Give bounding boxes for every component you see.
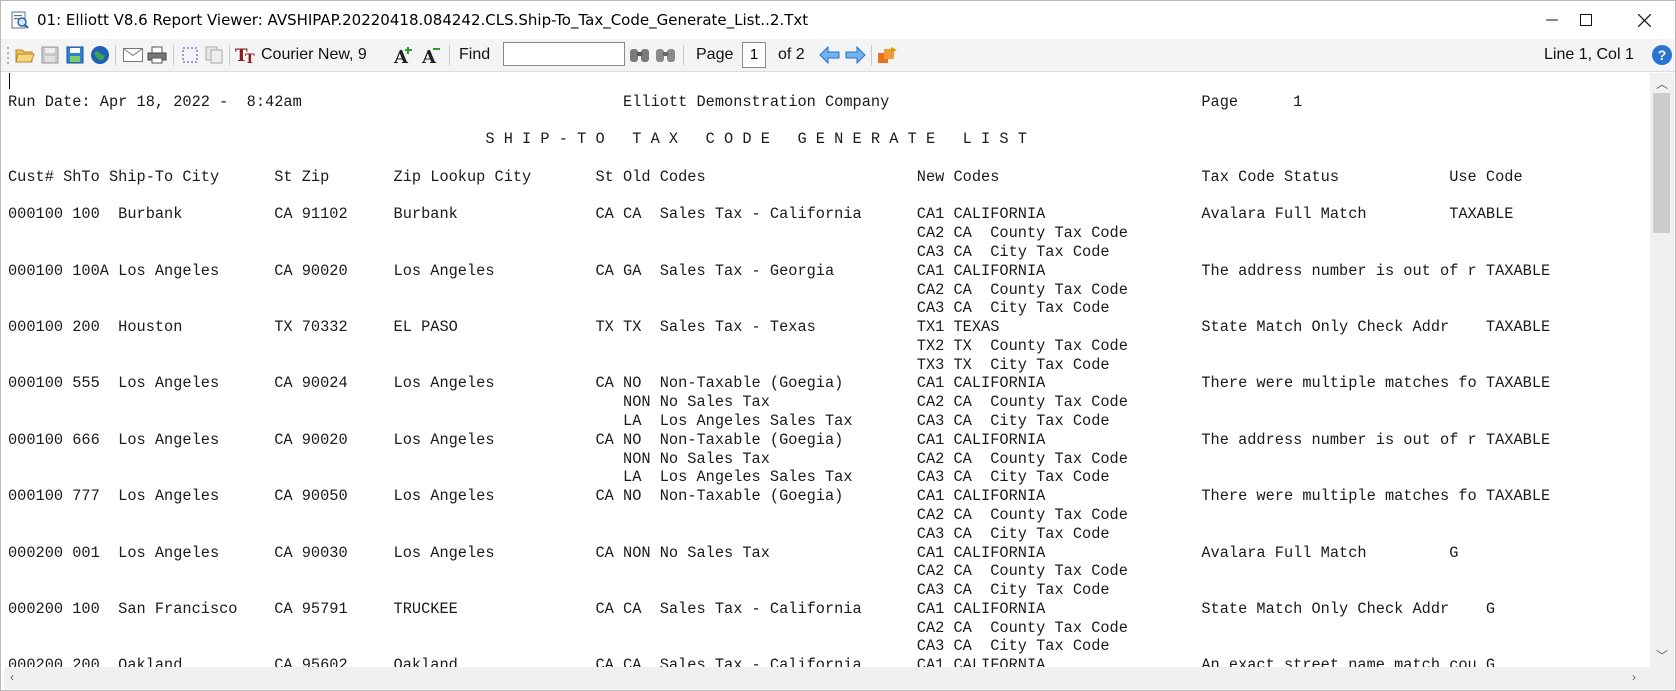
maximize-icon <box>1580 14 1592 26</box>
report-viewer-app-icon <box>11 11 29 29</box>
copy-disabled-icon[interactable] <box>204 45 224 65</box>
save-disabled-icon[interactable] <box>39 45 61 65</box>
scroll-down-icon[interactable]: ﹀ <box>1656 647 1668 664</box>
report-line: 000100 100 Burbank CA 91102 Burbank CA C… <box>8 205 1514 224</box>
close-icon <box>1637 13 1651 27</box>
report-line: 000200 001 Los Angeles CA 90030 Los Ange… <box>8 543 1459 562</box>
page-count-label: of 2 <box>778 46 805 63</box>
vertical-scrollbar[interactable]: ︿ ﹀ <box>1650 73 1674 667</box>
report-line: 000100 100A Los Angeles CA 90020 Los Ang… <box>8 261 1551 280</box>
open-folder-icon[interactable] <box>14 45 36 65</box>
report-line: 000100 200 Houston TX 70332 EL PASO TX T… <box>8 318 1551 337</box>
report-viewer-window: 01: Elliott V8.6 Report Viewer: AVSHIPAP… <box>0 0 1676 691</box>
close-button[interactable] <box>1615 1 1673 39</box>
horizontal-scrollbar[interactable]: ‹ › <box>4 667 1650 689</box>
report-line: TX2 TX County Tax Code <box>8 336 1128 355</box>
page-number-input[interactable]: 1 <box>742 42 766 68</box>
svg-text:T: T <box>245 52 255 65</box>
toolbar: TT Courier New, 9 A A Find Page 1 of 2 L… <box>1 39 1675 72</box>
scroll-left-icon[interactable]: ‹ <box>10 670 14 684</box>
report-line: NON No Sales Tax CA2 CA County Tax Code <box>8 393 1128 412</box>
previous-page-arrow-icon[interactable] <box>819 45 841 65</box>
report-line: CA3 CA City Tax Code <box>8 637 1110 656</box>
export-icon[interactable] <box>877 45 899 65</box>
report-line: Cust# ShTo Ship-To City St Zip Zip Looku… <box>8 167 1523 186</box>
increase-font-icon[interactable]: A <box>393 45 415 65</box>
report-line: CA3 CA City Tax Code <box>8 524 1110 543</box>
report-text-area[interactable]: Run Date: Apr 18, 2022 - 8:42am Elliott … <box>4 73 1650 667</box>
find-label: Find <box>459 46 491 63</box>
page-label: Page <box>696 46 734 63</box>
report-line: 000200 100 San Francisco CA 95791 TRUCKE… <box>8 599 1496 618</box>
find-previous-icon[interactable] <box>655 45 677 65</box>
report-line: Run Date: Apr 18, 2022 - 8:42am Elliott … <box>8 92 1303 111</box>
report-line: LA Los Angeles Sales Tax CA3 CA City Tax… <box>8 468 1110 487</box>
report-line: NON No Sales Tax CA2 CA County Tax Code <box>8 449 1128 468</box>
report-line: CA3 CA City Tax Code <box>8 243 1110 262</box>
report-line: CA2 CA County Tax Code <box>8 562 1128 581</box>
font-name-label[interactable]: Courier New, 9 <box>261 46 367 64</box>
globe-icon[interactable] <box>89 45 111 65</box>
report-line: LA Los Angeles Sales Tax CA3 CA City Tax… <box>8 412 1110 431</box>
report-line: S H I P - T O T A X C O D E G E N E R A … <box>8 130 1027 149</box>
decrease-font-icon[interactable]: A <box>421 45 443 65</box>
find-next-icon[interactable] <box>629 45 651 65</box>
report-line: CA2 CA County Tax Code <box>8 280 1128 299</box>
select-all-icon[interactable] <box>180 45 200 65</box>
font-icon[interactable]: TT <box>235 45 257 65</box>
report-line: 000100 777 Los Angeles CA 90050 Los Ange… <box>8 487 1551 506</box>
report-line: CA2 CA County Tax Code <box>8 505 1128 524</box>
report-line: 000100 555 Los Angeles CA 90024 Los Ange… <box>8 374 1551 393</box>
maximize-button[interactable] <box>1557 1 1615 39</box>
find-input[interactable] <box>503 42 625 66</box>
cursor-position-label: Line 1, Col 1 <box>1544 46 1634 63</box>
save-as-icon[interactable] <box>64 45 86 65</box>
report-line: 000200 200 Oakland CA 95602 Oakland CA C… <box>8 656 1496 667</box>
scroll-right-icon[interactable]: › <box>1632 670 1636 684</box>
toolbar-grip-icon <box>6 45 10 65</box>
report-line: CA2 CA County Tax Code <box>8 618 1128 637</box>
report-line: CA2 CA County Tax Code <box>8 224 1128 243</box>
report-line: CA3 CA City Tax Code <box>8 581 1110 600</box>
vertical-scroll-thumb[interactable] <box>1653 93 1670 233</box>
email-icon[interactable] <box>122 45 144 65</box>
help-icon[interactable]: ? <box>1652 45 1672 65</box>
report-line: 000100 666 Los Angeles CA 90020 Los Ange… <box>8 430 1551 449</box>
report-line: CA3 CA City Tax Code <box>8 299 1110 318</box>
window-title: 01: Elliott V8.6 Report Viewer: AVSHIPAP… <box>37 11 809 29</box>
report-line: TX3 TX City Tax Code <box>8 355 1110 374</box>
next-page-arrow-icon[interactable] <box>844 45 866 65</box>
title-bar[interactable]: 01: Elliott V8.6 Report Viewer: AVSHIPAP… <box>1 1 1675 39</box>
text-caret <box>9 73 10 89</box>
print-icon[interactable] <box>146 45 168 65</box>
scroll-up-icon[interactable]: ︿ <box>1656 75 1668 92</box>
